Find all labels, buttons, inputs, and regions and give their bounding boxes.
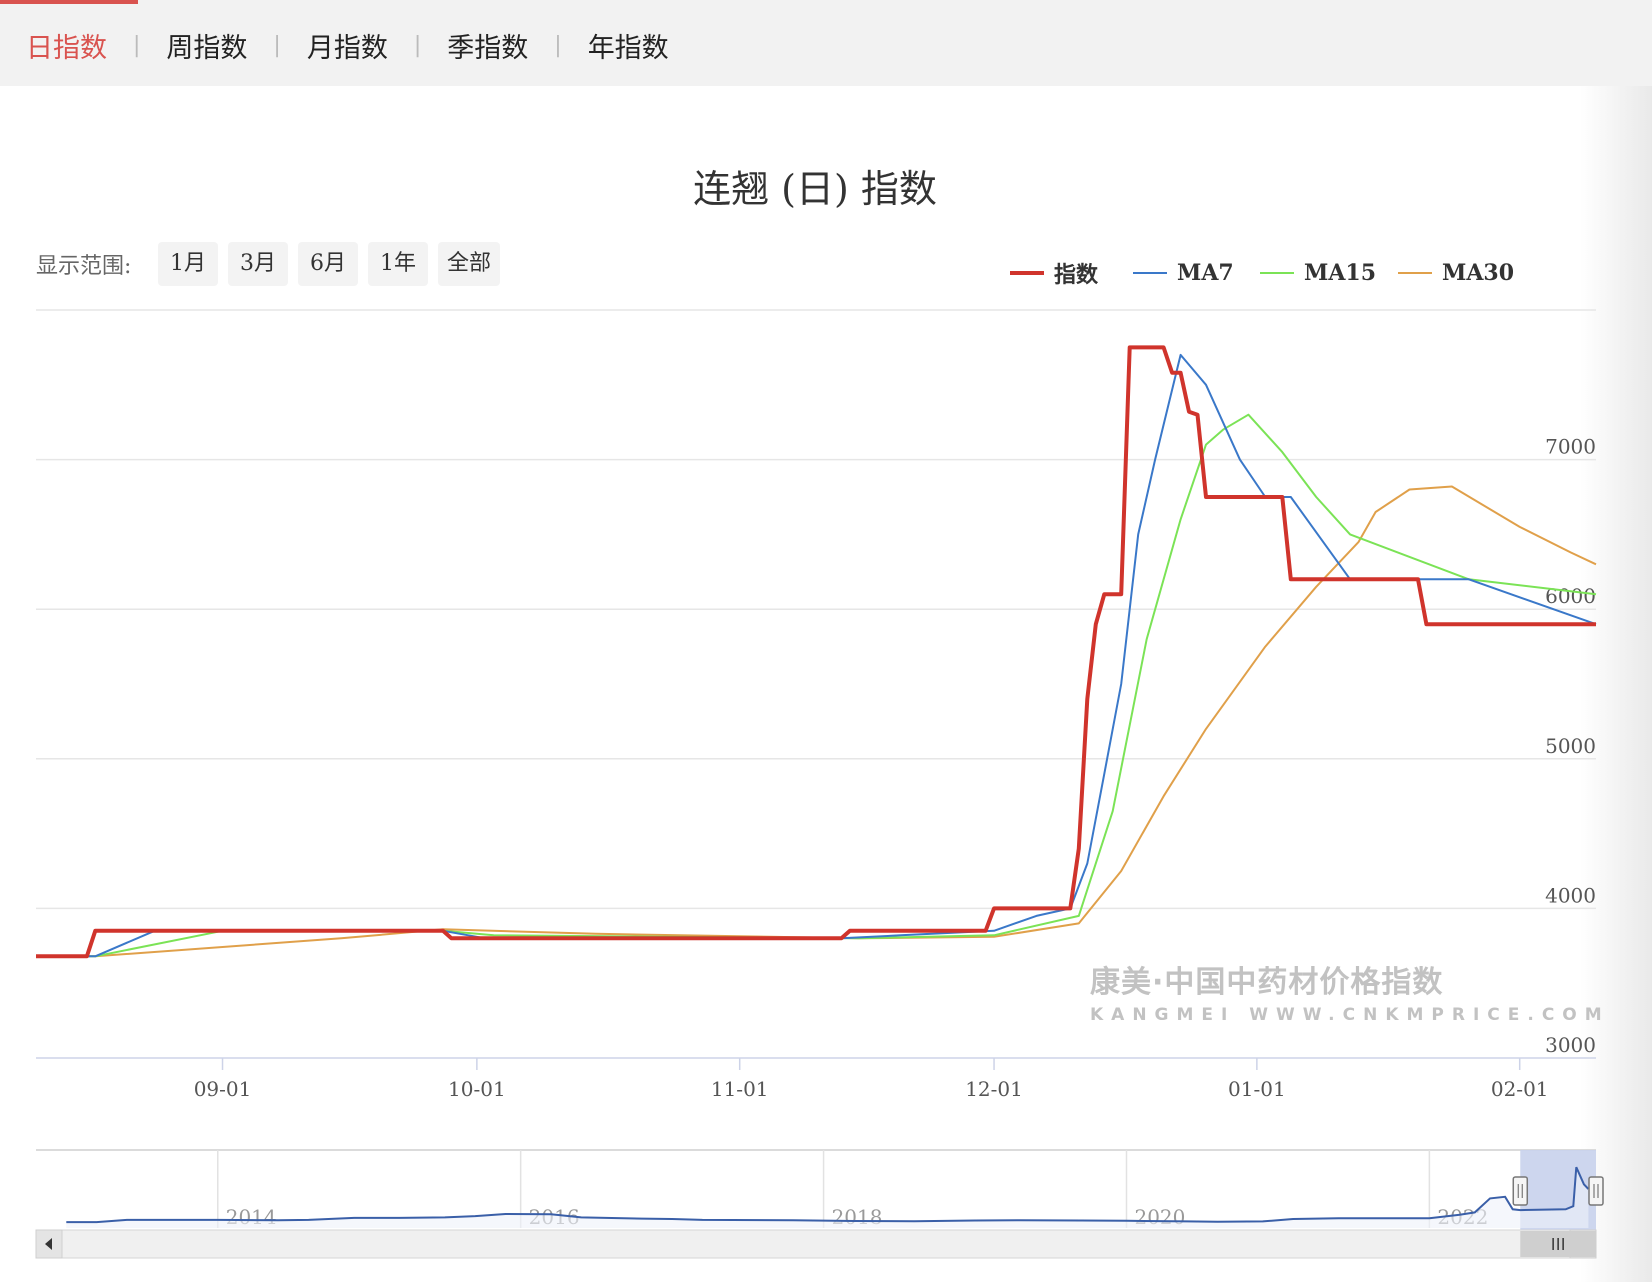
x-tick-label: 11-01 <box>711 1077 769 1101</box>
y-tick-label: 4000 <box>1545 883 1596 907</box>
navigator-handle-right[interactable] <box>1589 1177 1603 1205</box>
watermark-sub: KANGMEI WWW.CNKMPRICE.COM <box>1090 1005 1610 1025</box>
x-tick-label: 10-01 <box>448 1077 506 1101</box>
y-tick-label: 5000 <box>1545 734 1596 758</box>
price-chart: 3000 4000 5000 6000 7000 09-01 10-01 11-01 12-0… <box>0 0 1652 1282</box>
y-tick-label: 7000 <box>1545 435 1596 459</box>
watermark: 康美·中国中药材价格指数 KANGMEI WWW.CNKMPRICE.COM <box>1090 957 1610 1025</box>
series-line-index <box>36 347 1596 956</box>
scrollbar-track[interactable] <box>36 1230 1596 1258</box>
x-tick-label: 02-01 <box>1491 1077 1549 1101</box>
navigator-handle-left[interactable] <box>1513 1177 1527 1205</box>
series-line-ma15 <box>36 415 1596 957</box>
series-line-ma30 <box>36 487 1596 957</box>
y-tick-label: 3000 <box>1545 1033 1596 1057</box>
watermark-main: 康美·中国中药材价格指数 <box>1090 957 1610 1001</box>
x-tick-label: 01-01 <box>1228 1077 1286 1101</box>
y-tick-label: 6000 <box>1545 584 1596 608</box>
x-tick-label: 12-01 <box>965 1077 1023 1101</box>
x-tick-label: 09-01 <box>194 1077 252 1101</box>
series-line-ma7 <box>36 355 1596 956</box>
